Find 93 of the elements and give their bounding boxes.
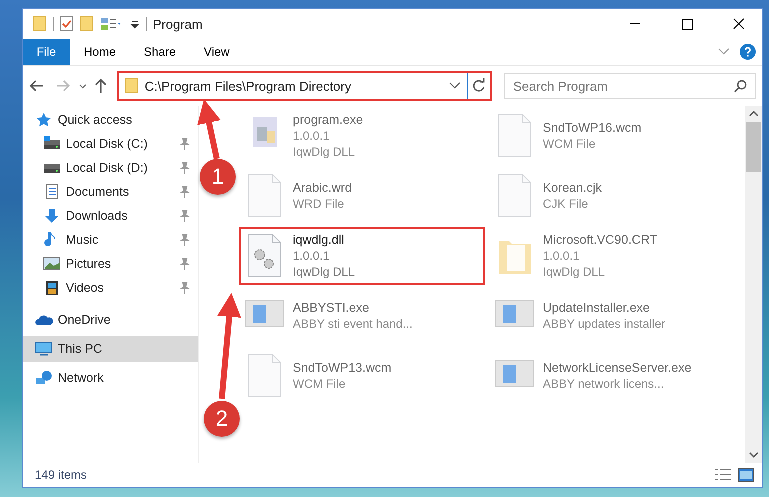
file-name: program.exe — [293, 112, 364, 128]
file-name: ABBYSTI.exe — [293, 300, 370, 316]
item-count: 149 items — [35, 468, 88, 482]
file-name: Arabic.wrd — [293, 180, 352, 196]
ribbon-tab[interactable]: View — [190, 39, 244, 65]
file-item[interactable]: Microsoft.VC90.CRT 1.0.0.1 IqwDlg DLL — [489, 227, 735, 285]
file-item[interactable]: NetworkLicenseServer.exe ABBY network licens... — [489, 347, 735, 405]
file-item[interactable]: SndToWP13.wcm WCM File — [239, 347, 485, 405]
file-item[interactable]: ABBYSTI.exe ABBY sti event hand... — [239, 287, 485, 345]
search-field[interactable]: Search Program — [504, 73, 756, 99]
address-bar[interactable]: C:\Program Files\Program Directory — [116, 71, 492, 101]
annotation-arrow — [198, 99, 221, 160]
sidebar-label: Downloads — [66, 209, 128, 223]
file-name: UpdateInstaller.exe — [543, 300, 652, 316]
sidebar-label: Quick access — [58, 113, 132, 127]
file-detail: IqwDlg DLL — [293, 144, 356, 160]
file-detail: WRD File — [293, 196, 346, 212]
sidebar-item[interactable]: Local Disk (C:) — [23, 132, 198, 156]
pin-icon[interactable] — [180, 186, 190, 198]
file-name: SndToWP13.wcm — [293, 360, 392, 376]
sidebar-item[interactable]: Videos — [23, 276, 198, 300]
file-item[interactable]: Korean.cjk CJK File — [489, 167, 735, 225]
checklist-icon[interactable] — [60, 16, 74, 32]
file-detail: ABBY updates installer — [543, 316, 666, 332]
file-item[interactable]: program.exe 1.0.0.1 IqwDlg DLL — [239, 107, 485, 165]
videos-icon — [43, 280, 61, 296]
sidebar-item[interactable]: Local Disk (D:) — [23, 156, 198, 180]
file-detail: 1.0.0.1 — [293, 128, 331, 144]
large-icons-view-icon[interactable] — [738, 468, 754, 482]
file-item[interactable]: Arabic.wrd WRD File — [239, 167, 485, 225]
sidebar-label: Documents — [66, 185, 130, 199]
sidebar-item[interactable]: OneDrive — [23, 308, 198, 332]
sidebar-label: Local Disk (C:) — [66, 137, 148, 151]
sidebar-label: This PC — [58, 342, 102, 356]
step-badge: 1 — [200, 159, 236, 195]
file-tab[interactable]: File — [23, 39, 70, 65]
sidebar-item[interactable]: Downloads — [23, 204, 198, 228]
pc-icon — [35, 341, 53, 357]
file-detail: 1.0.0.1 — [543, 248, 581, 264]
step-badge: 2 — [204, 401, 240, 437]
sidebar-label: Local Disk (D:) — [66, 161, 148, 175]
file-detail: IqwDlg DLL — [293, 264, 356, 280]
sidebar-item[interactable]: Quick access — [23, 108, 198, 132]
file-detail: WCM File — [293, 376, 347, 392]
chevron-down-icon[interactable] — [449, 82, 462, 90]
sidebar-item[interactable]: This PC — [23, 336, 198, 362]
file-detail: 1.0.0.1 — [293, 248, 331, 264]
file-name: Korean.cjk — [543, 180, 602, 196]
file-detail: IqwDlg DLL — [543, 264, 606, 280]
scroll-up-icon[interactable] — [748, 110, 758, 118]
details-view-icon[interactable] — [714, 468, 732, 482]
sidebar-label: OneDrive — [58, 313, 111, 327]
disk-c-icon — [43, 136, 61, 152]
file-detail: ABBY sti event hand... — [293, 316, 413, 332]
window-title: Program — [153, 16, 203, 32]
pin-icon[interactable] — [180, 234, 190, 246]
network-icon — [35, 370, 53, 386]
sidebar-label: Pictures — [66, 257, 112, 271]
help-icon[interactable] — [740, 44, 756, 60]
file-detail: ABBY network licens... — [543, 376, 666, 392]
pin-icon[interactable] — [180, 258, 190, 270]
file-item[interactable]: iqwdlg.dll 1.0.0.1 IqwDlg DLL — [239, 227, 485, 285]
pictures-icon — [43, 256, 61, 272]
file-detail: CJK File — [543, 196, 590, 212]
sidebar-item[interactable]: Pictures — [23, 252, 198, 276]
ribbon-tab[interactable]: Home — [70, 39, 130, 65]
properties-icon[interactable] — [100, 16, 124, 32]
scroll-down-icon[interactable] — [748, 451, 758, 459]
pin-icon[interactable] — [180, 210, 190, 222]
scrollbar[interactable] — [745, 106, 762, 463]
file-name: Microsoft.VC90.CRT — [543, 232, 658, 248]
pin-icon[interactable] — [180, 162, 190, 174]
file-name: NetworkLicenseServer.exe — [543, 360, 692, 376]
file-name: iqwdlg.dll — [293, 232, 346, 248]
sidebar-label: Videos — [66, 281, 104, 295]
file-item[interactable]: SndToWP16.wcm WCM File — [489, 107, 735, 165]
search-icon[interactable] — [734, 79, 748, 93]
folder-icon — [124, 78, 139, 94]
file-item[interactable]: UpdateInstaller.exe ABBY updates installer — [489, 287, 735, 345]
address-path: C:\Program Files\Program Directory — [144, 78, 352, 94]
file-detail: WCM File — [543, 136, 597, 152]
scroll-thumb[interactable] — [746, 122, 761, 172]
sidebar-item[interactable]: Documents — [23, 180, 198, 204]
pin-icon[interactable] — [180, 138, 190, 150]
sidebar-label: Network — [58, 371, 104, 385]
sidebar-item[interactable]: Network — [23, 366, 198, 390]
ribbon-tab[interactable]: Share — [130, 39, 190, 65]
sidebar-label: Music — [66, 233, 99, 247]
file-name: SndToWP16.wcm — [543, 120, 642, 136]
downloads-icon — [43, 208, 61, 224]
star-icon — [35, 112, 53, 128]
sidebar-item[interactable]: Music — [23, 228, 198, 252]
pin-icon[interactable] — [180, 282, 190, 294]
